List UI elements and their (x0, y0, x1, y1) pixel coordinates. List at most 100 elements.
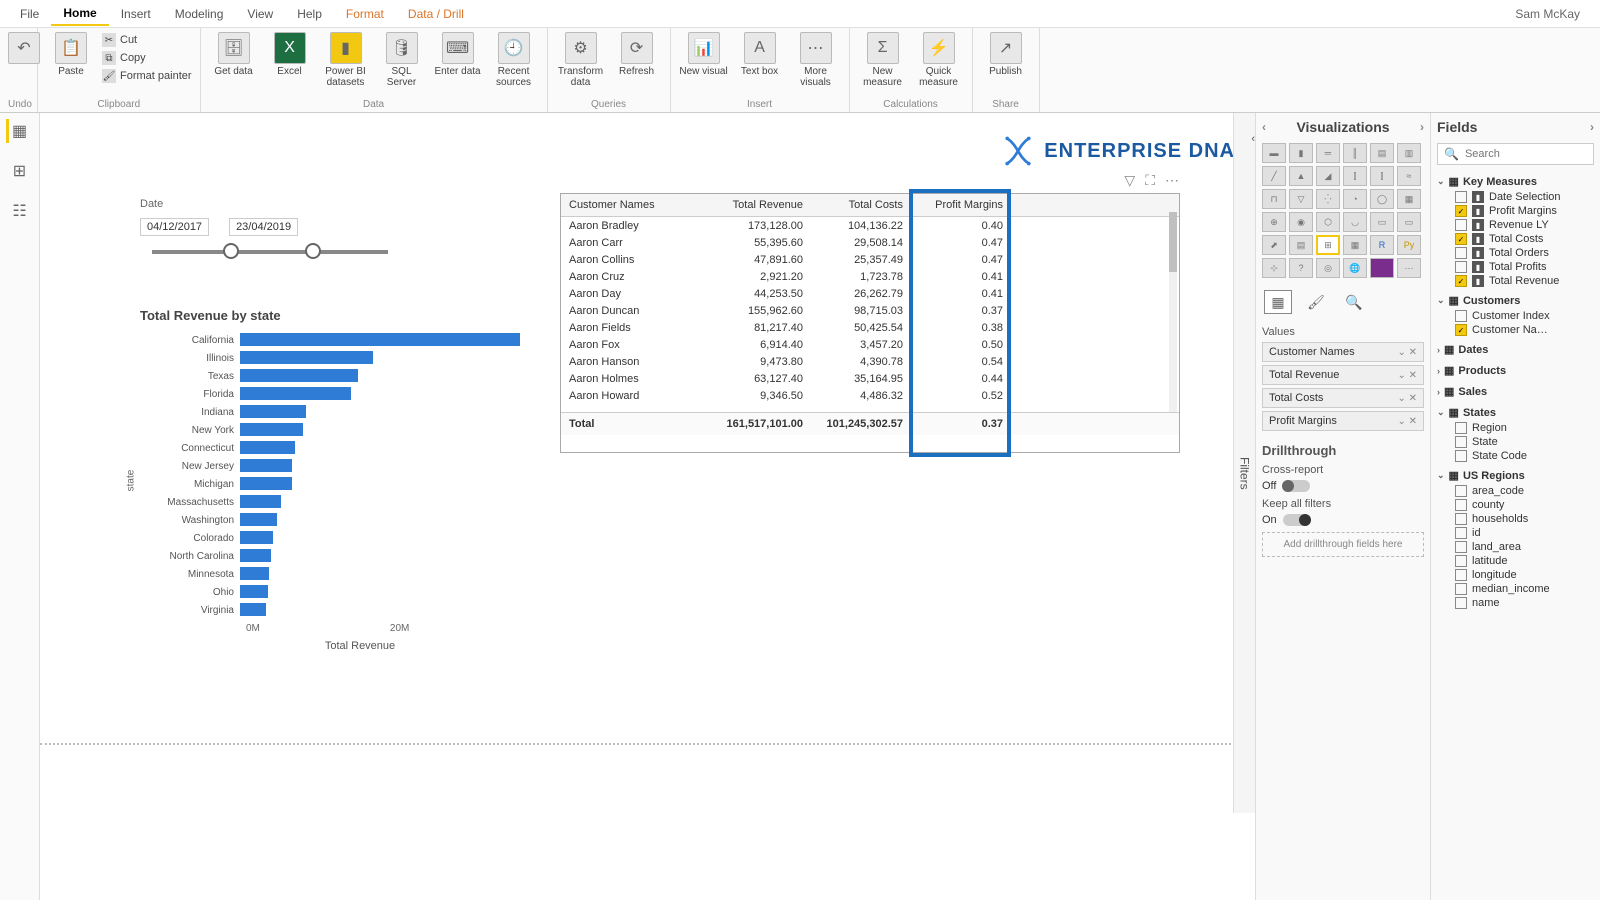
viz-shape-map-icon[interactable]: ⬡ (1316, 212, 1340, 232)
tab-insert[interactable]: Insert (109, 3, 163, 25)
viz-key-infl-icon[interactable]: ◎ (1316, 258, 1340, 278)
enter-data-button[interactable]: ⌨Enter data (433, 32, 483, 77)
checkbox-icon[interactable] (1455, 191, 1467, 203)
checkbox-icon[interactable] (1455, 541, 1467, 553)
expand-icon[interactable]: › (1437, 366, 1440, 376)
col-header-revenue[interactable]: Total Revenue (691, 194, 811, 216)
paste-button[interactable]: 📋Paste (46, 32, 96, 77)
viz-ribbon-icon[interactable]: ≈ (1397, 166, 1421, 186)
bar-row[interactable]: North Carolina (140, 547, 520, 565)
viz-python-icon[interactable]: Py (1397, 235, 1421, 255)
viz-scatter-icon[interactable]: ⁛ (1316, 189, 1340, 209)
table-row[interactable]: Aaron Day44,253.5026,262.790.41 (561, 285, 1179, 302)
table-row[interactable]: Aaron Carr55,395.6029,508.140.47 (561, 234, 1179, 251)
viz-100-bar-icon[interactable]: ▤ (1370, 143, 1394, 163)
excel-button[interactable]: XExcel (265, 32, 315, 77)
table-row[interactable]: Aaron Fox6,914.403,457.200.50 (561, 336, 1179, 353)
viz-100-column-icon[interactable]: ▥ (1397, 143, 1421, 163)
tab-help[interactable]: Help (285, 3, 334, 25)
field-table-head[interactable]: ⌄▦States (1437, 404, 1594, 421)
date-from-input[interactable]: 04/12/2017 (140, 218, 209, 236)
date-slider-thumb-left[interactable] (223, 243, 239, 259)
checkbox-icon[interactable] (1455, 583, 1467, 595)
bar-row[interactable]: California (140, 331, 520, 349)
analytics-tab-icon[interactable]: 🔍 (1340, 290, 1368, 314)
tab-view[interactable]: View (235, 3, 285, 25)
bar-row[interactable]: Michigan (140, 475, 520, 493)
viz-multi-card-icon[interactable]: ▭ (1397, 212, 1421, 232)
viz-filled-map-icon[interactable]: ◉ (1289, 212, 1313, 232)
col-header-costs[interactable]: Total Costs (811, 194, 911, 216)
chevron-down-icon[interactable]: ⌄ (1397, 416, 1405, 427)
field-item[interactable]: name (1437, 596, 1594, 610)
fields-search[interactable]: 🔍 (1437, 143, 1594, 165)
checkbox-icon[interactable] (1455, 513, 1467, 525)
viz-clustered-column-icon[interactable]: ║ (1343, 143, 1367, 163)
remove-field-icon[interactable]: ✕ (1409, 416, 1417, 427)
viz-stacked-bar-icon[interactable]: ▬ (1262, 143, 1286, 163)
viz-gauge-icon[interactable]: ◡ (1343, 212, 1367, 232)
viz-kpi-icon[interactable]: ⬈ (1262, 235, 1286, 255)
date-slider-thumb-right[interactable] (305, 243, 321, 259)
publish-button[interactable]: ↗Publish (981, 32, 1031, 77)
tab-format[interactable]: Format (334, 3, 396, 25)
field-item[interactable]: land_area (1437, 540, 1594, 554)
viz-arcgis-icon[interactable]: 🌐 (1343, 258, 1367, 278)
bar-row[interactable]: Virginia (140, 601, 520, 619)
tab-home[interactable]: Home (51, 2, 108, 26)
viz-stacked-area-icon[interactable]: ◢ (1316, 166, 1340, 186)
viz-donut-icon[interactable]: ◯ (1370, 189, 1394, 209)
format-tab-icon[interactable]: 🖌 (1302, 290, 1330, 314)
field-well[interactable]: Customer Names⌄ ✕ (1262, 342, 1424, 362)
col-header-margins[interactable]: Profit Margins (911, 194, 1011, 216)
viz-area-icon[interactable]: ▲ (1289, 166, 1313, 186)
text-box-button[interactable]: AText box (735, 32, 785, 77)
chevron-down-icon[interactable]: ⌄ (1397, 370, 1405, 381)
field-table-head[interactable]: ›▦Products (1437, 362, 1594, 379)
field-item[interactable]: latitude (1437, 554, 1594, 568)
expand-icon[interactable]: › (1437, 345, 1440, 355)
viz-slicer-icon[interactable]: ▤ (1289, 235, 1313, 255)
fields-tab-icon[interactable]: ▦ (1264, 290, 1292, 314)
chevron-down-icon[interactable]: ⌄ (1397, 347, 1405, 358)
field-item[interactable]: ✓▮Total Revenue (1437, 274, 1594, 288)
viz-line-icon[interactable]: ╱ (1262, 166, 1286, 186)
viz-custom-icon[interactable] (1370, 258, 1394, 278)
undo-button[interactable]: ↶ (8, 32, 40, 66)
viz-funnel-icon[interactable]: ▽ (1289, 189, 1313, 209)
expand-viz-icon[interactable]: › (1420, 120, 1424, 134)
field-item[interactable]: median_income (1437, 582, 1594, 596)
viz-decomp-icon[interactable]: ⊹ (1262, 258, 1286, 278)
expand-icon[interactable]: ⌄ (1437, 295, 1445, 306)
expand-icon[interactable]: ⌄ (1437, 470, 1445, 481)
new-visual-button[interactable]: 📊New visual (679, 32, 729, 77)
data-view-icon[interactable]: ⊞ (8, 159, 32, 183)
checkbox-icon[interactable] (1455, 485, 1467, 497)
field-item[interactable]: Customer Index (1437, 309, 1594, 323)
cross-report-toggle[interactable] (1282, 480, 1310, 492)
bar-row[interactable]: New Jersey (140, 457, 520, 475)
table-row[interactable]: Aaron Fields81,217.4050,425.540.38 (561, 319, 1179, 336)
viz-more-icon[interactable]: ⋯ (1397, 258, 1421, 278)
field-item[interactable]: ▮Revenue LY (1437, 218, 1594, 232)
table-row[interactable]: Aaron Collins47,891.6025,357.490.47 (561, 251, 1179, 268)
new-measure-button[interactable]: ΣNew measure (858, 32, 908, 88)
field-item[interactable]: area_code (1437, 484, 1594, 498)
bar-row[interactable]: Florida (140, 385, 520, 403)
field-item[interactable]: ▮Total Profits (1437, 260, 1594, 274)
drillthrough-drop-zone[interactable]: Add drillthrough fields here (1262, 532, 1424, 557)
date-slider-track[interactable] (152, 250, 388, 254)
pbi-datasets-button[interactable]: ▮Power BI datasets (321, 32, 371, 88)
table-row[interactable]: Aaron Holmes63,127.4035,164.950.44 (561, 370, 1179, 387)
checkbox-icon[interactable] (1455, 527, 1467, 539)
collapse-viz-icon[interactable]: ‹ (1262, 120, 1266, 134)
viz-card-icon[interactable]: ▭ (1370, 212, 1394, 232)
table-scrollbar[interactable] (1169, 212, 1177, 412)
cut-button[interactable]: ✂Cut (102, 32, 192, 48)
checkbox-icon[interactable] (1455, 597, 1467, 609)
more-icon[interactable]: ⋯ (1165, 172, 1179, 189)
expand-icon[interactable]: ⌄ (1437, 176, 1445, 187)
format-painter-button[interactable]: 🖌Format painter (102, 68, 192, 84)
checkbox-icon[interactable] (1455, 436, 1467, 448)
tab-datadrill[interactable]: Data / Drill (396, 3, 476, 25)
